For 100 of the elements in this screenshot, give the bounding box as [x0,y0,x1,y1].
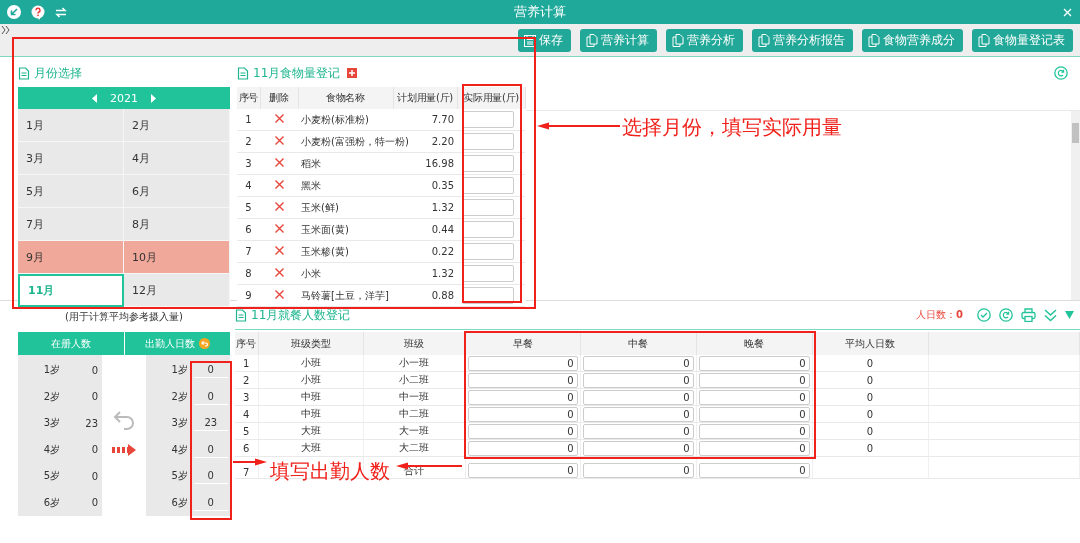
input-field[interactable]: 0 [467,389,578,405]
table-cell: 小班 [300,357,321,368]
input-field[interactable]: 0 [193,468,228,485]
next-icon[interactable] [150,93,156,103]
table-cell: 小一班 [399,357,429,368]
input-field[interactable]: 0 [582,440,694,456]
table-cell: 16.98 [425,158,454,169]
input-field[interactable] [462,133,514,150]
help-icon[interactable] [31,4,45,20]
input-field[interactable]: 0 [467,406,578,422]
month-item[interactable]: 10月 [124,241,230,274]
input-field[interactable]: 0 [193,362,228,379]
input-field[interactable] [462,243,514,260]
input-field[interactable] [462,111,514,128]
swap-icon[interactable] [55,6,67,18]
input-field[interactable]: 0 [582,355,694,371]
age-label: 1岁 [42,363,60,378]
refresh-icon[interactable] [1054,66,1068,80]
input-field[interactable]: 0 [467,372,578,388]
table-cell: 小班 [300,374,321,385]
month-item[interactable]: 1月 [18,109,124,142]
delete-icon[interactable] [274,246,284,255]
input-field[interactable]: 0 [582,372,694,388]
month-item[interactable]: 6月 [124,175,230,208]
input-field[interactable] [462,155,514,172]
input-field[interactable]: 0 [582,463,694,478]
month-item[interactable]: 9月 [18,241,124,274]
save-icon [524,34,536,47]
input-field[interactable]: 0 [467,440,578,456]
month-item[interactable]: 4月 [124,142,230,175]
dropdown-icon[interactable] [1065,311,1074,319]
table-cell: 1.32 [431,268,454,279]
month-item[interactable]: 3月 [18,142,124,175]
table-cell: 3 [243,391,250,403]
previous-icon[interactable] [92,93,98,103]
input-field[interactable] [462,221,514,238]
table-cell: 8 [245,268,252,279]
delete-icon[interactable] [274,202,284,211]
input-field[interactable]: 0 [582,423,694,439]
delete-icon[interactable] [274,268,284,277]
input-field[interactable]: 0 [698,463,810,478]
scrollbar[interactable] [1071,111,1080,300]
table-cell: 黑米 [301,179,321,191]
refresh-icon[interactable] [999,308,1013,322]
delete-icon[interactable] [274,114,284,123]
input-field[interactable] [462,199,514,216]
table-cell: 中班 [300,391,321,402]
input-field[interactable]: 0 [193,388,228,405]
input-field[interactable]: 0 [467,355,578,371]
input-field[interactable]: 0 [582,406,694,422]
close-icon[interactable] [1063,7,1072,17]
table-cell: 7 [245,246,252,257]
add-icon[interactable] [347,68,358,78]
input-field[interactable] [462,177,514,194]
month-item[interactable]: 12月 [124,274,230,307]
delete-icon[interactable] [274,136,284,145]
input-field[interactable]: 0 [698,440,810,456]
table-cell: 0 [866,391,874,403]
month-item[interactable]: 2月 [124,109,230,142]
double-chevron-down-icon[interactable] [1044,308,1057,322]
table-cell: 5 [245,202,252,213]
table-cell: 大一班 [399,425,429,436]
input-field[interactable]: 0 [698,389,810,405]
delete-icon[interactable] [274,290,284,299]
input-field[interactable]: 23 [193,415,228,432]
input-field[interactable]: 0 [467,463,578,478]
table-cell: 0.88 [431,290,454,301]
input-field[interactable]: 0 [698,423,810,439]
input-field[interactable]: 0 [193,441,228,458]
table-cell: 0 [866,357,874,369]
column-header: 中餐 [628,337,648,349]
input-field[interactable]: 0 [698,355,810,371]
month-item[interactable]: 7月 [18,208,124,241]
month-item[interactable]: 8月 [124,208,230,241]
expand-icon[interactable] [0,24,11,34]
input-field[interactable]: 0 [193,494,228,511]
input-field[interactable]: 0 [467,423,578,439]
table-cell: 中班 [300,408,321,419]
delete-icon[interactable] [274,224,284,233]
delete-icon[interactable] [274,158,284,167]
table-cell: 7 [243,467,250,478]
table-cell: 2 [243,374,250,386]
age-label: 3岁 [42,416,60,431]
input-field[interactable]: 0 [698,406,810,422]
column-header: 早餐 [512,337,533,349]
input-field[interactable]: 0 [698,372,810,388]
input-field[interactable]: 0 [582,389,694,405]
table-cell: 小二班 [399,374,429,385]
delete-icon[interactable] [274,180,284,189]
document-icon [18,66,30,80]
exit-icon[interactable] [7,5,21,19]
check-icon[interactable] [977,308,991,322]
age-label: 3岁 [170,416,188,431]
undo-icon[interactable] [198,338,210,349]
table-cell: 马铃薯[土豆，洋芋] [301,289,389,301]
copy-right-arrow-icon[interactable] [112,443,136,456]
month-item[interactable]: 5月 [18,175,124,208]
table-cell: 0 [866,442,874,454]
input-field[interactable] [462,265,514,282]
print-icon[interactable] [1021,308,1036,322]
